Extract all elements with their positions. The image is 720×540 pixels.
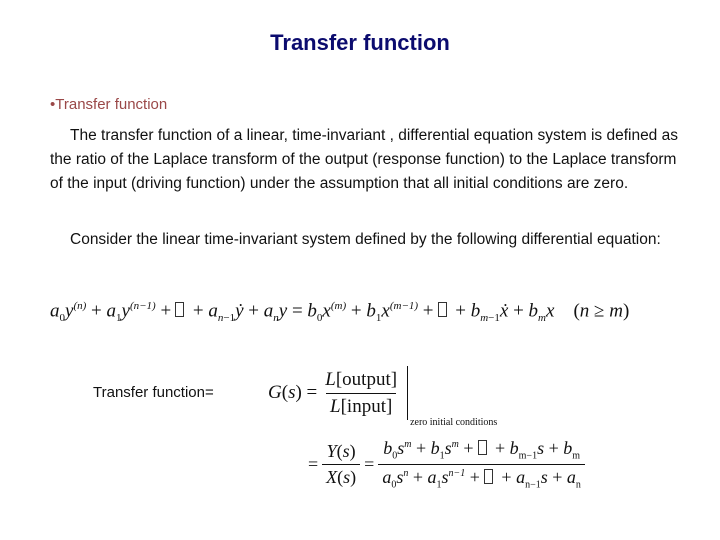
differential-equation: a0y(n) + a1y(n−1) + + an−1ẏ + any = b0x(…	[50, 300, 630, 325]
polynomial-fraction: b0sm + b1sm + + bm−1s + bm a0sn + a1sn−1…	[378, 438, 585, 490]
laplace-fraction: L[output] L[input]	[321, 369, 401, 418]
ellipsis-glyph	[175, 302, 185, 318]
transfer-function-ratio: = Y(s) X(s) = b0sm + b1sm + + bm−1s + bm…	[308, 438, 589, 490]
bullet-heading: •Transfer function	[50, 96, 168, 113]
denominator: L[input]	[326, 392, 397, 418]
consider-text: Consider the linear time-invariant syste…	[70, 231, 661, 248]
definition-text: The transfer function of a linear, time-…	[50, 127, 678, 192]
ellipsis-glyph	[437, 302, 447, 318]
transfer-function-label: Transfer function=	[93, 384, 214, 401]
transfer-function-definition: G(s) = L[output] L[input] zero initial c…	[268, 366, 497, 428]
definition-paragraph: The transfer function of a linear, time-…	[50, 124, 690, 196]
evaluation-bar	[407, 366, 409, 420]
slide-title: Transfer function	[270, 30, 450, 55]
consider-paragraph: Consider the linear time-invariant syste…	[50, 228, 690, 252]
numerator: L[output]	[325, 368, 398, 390]
zero-conditions-subscript: zero initial conditions	[410, 417, 498, 428]
